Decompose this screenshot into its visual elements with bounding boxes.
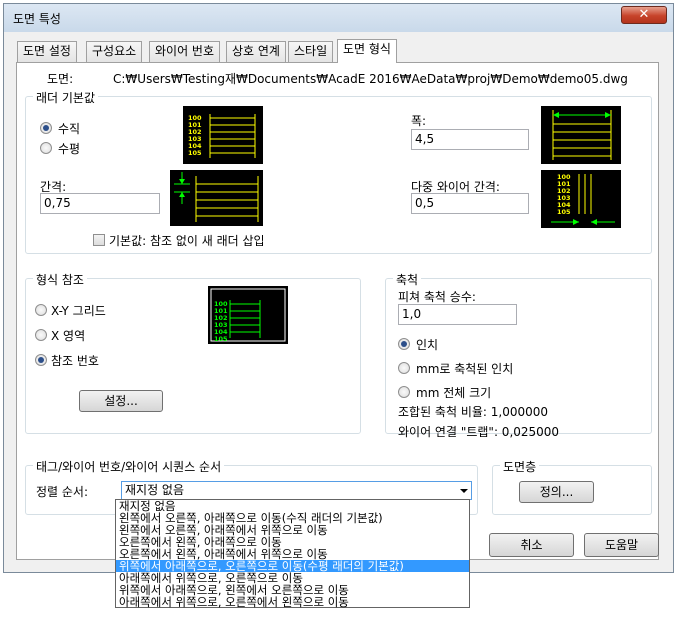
inch-label: 인치 [416,338,439,352]
reference-number-label: 참조 번호 [51,354,99,368]
x-zone-label: X 영역 [51,329,86,343]
combined-scale-ratio: 조합된 축척 비율: 1,000000 [398,405,549,419]
tab-label: 스타일 [294,44,328,58]
properties-dialog: 도면 특성 ✕ 도면 설정 구성요소 와이어 번호 상호 연계 스타일 도면 형… [3,3,674,573]
format-reference-preview-svg: 100 101 102 103 104 105 [210,288,286,343]
ladder-defaults-title: 래더 기본값 [33,89,99,106]
window-title: 도면 특성 [13,12,61,26]
xy-grid-radio[interactable] [35,304,47,316]
scale-title: 축척 [393,271,422,288]
chevron-down-icon[interactable] [460,489,468,493]
dropdown-option-highlighted[interactable]: 위쪽에서 아래쪽으로, 오른쪽으로 이동(수평 래더의 기본값) [116,560,469,572]
dropdown-option[interactable]: 아래쪽에서 위쪽으로, 오른쪽으로 이동 [116,572,469,584]
tab-label: 구성요소 [92,44,137,58]
spacing-preview [170,170,263,226]
multiwire-input[interactable]: 0,5 [411,193,529,214]
width-preview-svg [552,110,612,160]
sort-order-value: 재지정 없음 [125,483,185,497]
dropdown-option[interactable]: 왼쪽에서 오른쪽, 아래쪽에서 위쪽으로 이동 [116,524,469,536]
drawing-format-panel: 도면: C:₩Users₩Testing재₩Documents₩AcadE 20… [16,62,659,560]
width-preview [541,106,621,164]
xy-grid-label: X-Y 그리드 [51,304,106,318]
feature-scale-label: 피쳐 축척 승수: [398,290,476,304]
setup-button[interactable]: 설정... [79,390,163,412]
vertical-ladder-preview-svg: 100 101 102 103 104 105 [188,114,256,158]
tab-drawing-format[interactable]: 도면 형식 [337,39,397,63]
drawing-path: C:₩Users₩Testing재₩Documents₩AcadE 2016₩A… [113,72,628,86]
title-bar[interactable]: 도면 특성 ✕ [4,4,673,32]
width-label: 폭: [411,114,427,128]
svg-text:105: 105 [557,208,571,216]
tab-cross-reference[interactable]: 상호 연계 [226,41,286,62]
mm-full-size-label: mm 전체 크기 [416,386,492,400]
dropdown-option[interactable]: 오른쪽에서 왼쪽, 아래쪽으로 이동 [116,536,469,548]
tab-label: 상호 연계 [232,44,280,58]
default-no-ref-label: 기본값: 참조 없이 새 래더 삽입 [109,234,265,248]
tab-drawing-settings[interactable]: 도면 설정 [17,41,77,62]
sort-order-dropdown-list[interactable]: 재지정 없음 왼쪽에서 오른쪽, 아래쪽으로 이동(수직 래더의 기본값) 왼쪽… [115,499,470,608]
svg-text:105: 105 [188,149,202,157]
vertical-radio[interactable] [40,122,52,134]
dropdown-option[interactable]: 재지정 없음 [116,500,469,512]
tab-components[interactable]: 구성요소 [86,41,143,62]
inch-scaled-mm-label: mm로 축척된 인치 [416,362,514,376]
reference-number-radio[interactable] [35,354,47,366]
layers-group: 도면층 정의... [492,458,652,515]
sequence-order-title: 태그/와이어 번호/와이어 시퀀스 순서 [33,458,225,475]
inch-radio[interactable] [398,338,410,350]
tab-styles[interactable]: 스타일 [288,41,334,62]
scale-group: 축척 피쳐 축척 승수: 1,0 인치 mm로 축척된 인치 mm 전체 크기 … [385,271,652,439]
tab-wire-numbers[interactable]: 와이어 번호 [149,41,221,62]
horizontal-label: 수평 [58,142,81,156]
dropdown-option[interactable]: 오른쪽에서 왼쪽, 아래쪽에서 위쪽으로 이동 [116,548,469,560]
drawing-label: 도면: [47,72,74,86]
help-button[interactable]: 도움말 [584,533,659,557]
inch-scaled-mm-radio[interactable] [398,362,410,374]
format-reference-title: 형식 참조 [33,271,87,288]
dropdown-option[interactable]: 왼쪽에서 오른쪽, 아래쪽으로 이동(수직 래더의 기본값) [116,512,469,524]
horizontal-radio[interactable] [40,142,52,154]
format-reference-preview: 100 101 102 103 104 105 [208,286,288,344]
svg-text:105: 105 [214,335,228,343]
x-zone-radio[interactable] [35,329,47,341]
dropdown-option[interactable]: 위쪽에서 아래쪽으로, 왼쪽에서 오른쪽으로 이동 [116,584,469,596]
define-button[interactable]: 정의... [519,481,594,503]
layers-title: 도면층 [500,458,540,475]
vertical-ladder-preview: 100 101 102 103 104 105 [183,106,263,164]
default-no-ref-checkbox[interactable] [93,234,105,246]
close-button[interactable]: ✕ [621,6,667,24]
tab-label: 와이어 번호 [155,44,215,58]
spacing-preview-svg [174,172,259,222]
tab-label: 도면 설정 [23,44,71,58]
feature-scale-input[interactable]: 1,0 [398,304,517,325]
close-icon: ✕ [638,7,650,22]
width-input[interactable]: 4,5 [411,129,529,150]
multiwire-preview-svg: 100 101 102 103 104 105 [551,173,615,225]
cancel-button[interactable]: 취소 [489,533,574,557]
dialog-body: 도면 설정 구성요소 와이어 번호 상호 연계 스타일 도면 형식 도면: C:… [8,32,669,570]
format-reference-group: 형식 참조 X-Y 그리드 X 영역 참조 번호 100 101 102 103… [25,271,361,434]
tab-label: 도면 형식 [343,42,391,56]
spacing-input[interactable]: 0,75 [40,193,160,214]
sort-order-label: 정렬 순서: [36,485,89,499]
dropdown-option[interactable]: 아래쪽에서 위쪽으로, 오른쪽에서 왼쪽으로 이동 [116,596,469,608]
mm-full-size-radio[interactable] [398,386,410,398]
vertical-label: 수직 [58,122,81,136]
ladder-defaults-group: 래더 기본값 수직 수평 100 101 102 103 104 105 간격:… [25,89,652,254]
sort-order-combo[interactable]: 재지정 없음 [121,481,472,500]
multiwire-preview: 100 101 102 103 104 105 [541,170,621,228]
wire-gap-trap: 와이어 연결 "트랩": 0,025000 [398,425,560,439]
